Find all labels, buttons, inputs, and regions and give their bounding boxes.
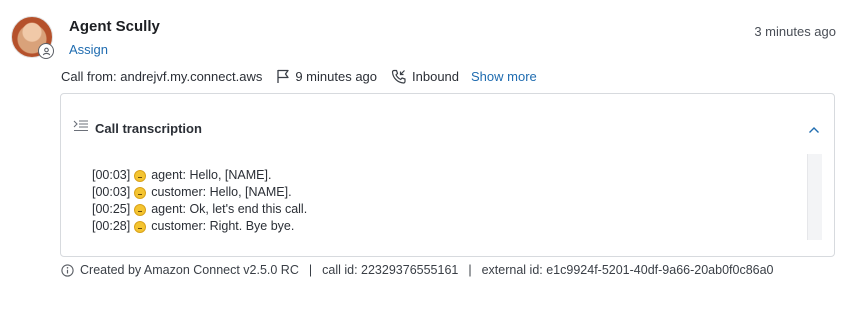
transcript-line: [00:03] customer: Hello, [NAME]. <box>92 184 307 201</box>
info-icon <box>61 263 74 277</box>
neutral-face-icon <box>134 186 147 199</box>
neutral-face-icon <box>134 220 147 233</box>
transcript-text: customer: Right. Bye bye. <box>151 219 295 233</box>
call-transcription-panel: Call transcription [00:03] agent: Hello, … <box>60 93 835 257</box>
transcript-icon <box>73 119 89 138</box>
transcript-line: [00:25] agent: Ok, let's end this call. <box>92 201 307 218</box>
panel-title: Call transcription <box>95 120 202 136</box>
panel-header[interactable]: Call transcription <box>73 118 202 138</box>
external-id: external id: e1c9924f-5201-40df-9a66-20a… <box>481 263 774 277</box>
transcript-time: [00:25] <box>92 202 131 216</box>
agent-name: Agent Scully <box>69 18 160 35</box>
transcript-time: [00:28] <box>92 219 131 233</box>
transcript-line: [00:28] customer: Right. Bye bye. <box>92 218 307 235</box>
transcript-scrollbar[interactable] <box>807 154 822 240</box>
flag-icon <box>276 69 290 84</box>
transcript-time: [00:03] <box>92 168 131 182</box>
call-direction: Inbound <box>412 68 460 84</box>
neutral-face-icon <box>134 169 147 182</box>
call-meta: Call from: andrejvf.my.connect.aws 9 min… <box>61 67 537 85</box>
separator: | <box>308 263 313 277</box>
phone-inbound-icon <box>391 69 407 84</box>
transcript-text: agent: Ok, let's end this call. <box>151 202 308 216</box>
transcript-line: [00:03] agent: Hello, [NAME]. <box>92 167 307 184</box>
transcript-list: [00:03] agent: Hello, [NAME]. [00:03] cust… <box>92 167 307 235</box>
transcript-text: customer: Hello, [NAME]. <box>151 185 292 199</box>
call-id: call id: 22329376555161 <box>322 263 459 277</box>
neutral-face-icon <box>134 203 147 216</box>
separator: | <box>468 263 472 277</box>
transcript-time: [00:03] <box>92 185 131 199</box>
chevron-up-icon[interactable] <box>808 121 820 139</box>
show-more-link[interactable]: Show more <box>471 69 537 84</box>
user-status-icon <box>38 43 54 59</box>
footer-info: Created by Amazon Connect v2.5.0 RC | ca… <box>61 263 774 277</box>
call-duration: 9 minutes ago <box>295 68 378 84</box>
call-from: Call from: andrejvf.my.connect.aws <box>61 68 263 84</box>
assign-link[interactable]: Assign <box>69 42 108 57</box>
created-by: Created by Amazon Connect v2.5.0 RC <box>80 263 299 277</box>
transcript-text: agent: Hello, [NAME]. <box>151 168 272 182</box>
timestamp: 3 minutes ago <box>754 24 836 39</box>
